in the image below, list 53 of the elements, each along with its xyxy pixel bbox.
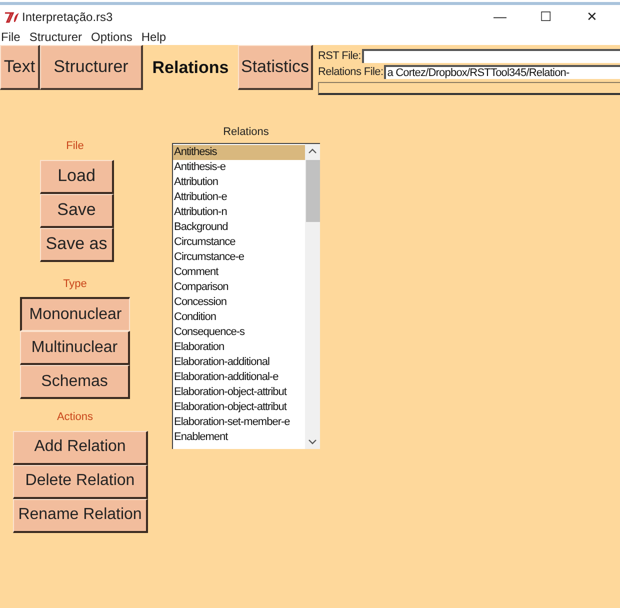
field-label: RST File: [318,48,361,64]
list-item[interactable]: Circumstance [173,234,305,250]
list-item[interactable]: Elaboration-additional [173,354,305,370]
maximize-button[interactable]: ☐ [523,6,569,28]
list-item[interactable]: Consequence-s [173,324,305,340]
list-item[interactable]: Attribution [173,174,305,190]
action-button[interactable]: Save as [40,228,114,262]
tab[interactable]: Statistics [238,45,313,90]
action-button[interactable]: Load [40,160,114,194]
list-item[interactable]: Attribution-n [173,204,305,220]
minimize-button[interactable]: — [477,6,523,28]
list-item[interactable]: Concession [173,294,305,310]
list-item[interactable]: Comment [173,264,305,280]
tab[interactable]: Text [0,45,40,90]
field-label: Relations File: [318,64,384,80]
action-button[interactable]: Delete Relation [13,464,148,498]
list-item[interactable]: Antithesis-e [173,160,305,174]
list-item[interactable]: Attribution-e [173,190,305,204]
menu-item[interactable]: Help [141,28,166,46]
list-item[interactable]: Elaboration-object-attribut [173,384,305,400]
path-field[interactable]: a Cortez/Dropbox/RSTTool345/Relation- [384,65,620,79]
list-item[interactable]: Elaboration-object-attribut [173,400,305,414]
close-button[interactable]: ✕ [569,6,615,28]
list-item[interactable]: Comparison [173,280,305,294]
path-field[interactable] [362,49,620,63]
menu-item[interactable]: Structurer [29,28,82,46]
window-title: Interpretação.rs3 [22,9,113,26]
action-button[interactable]: Multinuclear [20,331,130,365]
action-button[interactable]: Mononuclear [20,297,130,331]
list-item[interactable]: Elaboration-additional-e [173,370,305,384]
list-item[interactable]: Enablement [173,430,305,444]
action-button[interactable]: Rename Relation [13,498,148,532]
scroll-thumb[interactable] [306,160,320,222]
menu-item[interactable]: Options [91,28,132,46]
list-item[interactable]: Elaboration-set-member-e [173,414,305,430]
group-title: Actions [56,410,94,425]
group-title: Type [62,276,88,292]
scroll-up-icon[interactable] [308,148,317,154]
menu-item[interactable]: File [1,28,20,46]
list-item[interactable]: Elaboration [173,340,305,354]
action-button[interactable]: Save [40,194,114,228]
list-item[interactable]: Condition [173,310,305,324]
tab[interactable]: Structurer [40,45,143,90]
group-title: File [65,139,85,154]
list-item[interactable]: Antithesis [173,144,305,160]
scrollbar[interactable] [305,144,320,448]
action-button[interactable]: Schemas [20,365,130,399]
list-item[interactable]: Circumstance-e [173,250,305,264]
feather-logo-icon [5,12,19,22]
action-button[interactable]: Add Relation [13,430,148,464]
list-item[interactable]: Background [173,220,305,234]
list-title: Relations [222,125,270,140]
scroll-down-icon[interactable] [308,438,317,444]
